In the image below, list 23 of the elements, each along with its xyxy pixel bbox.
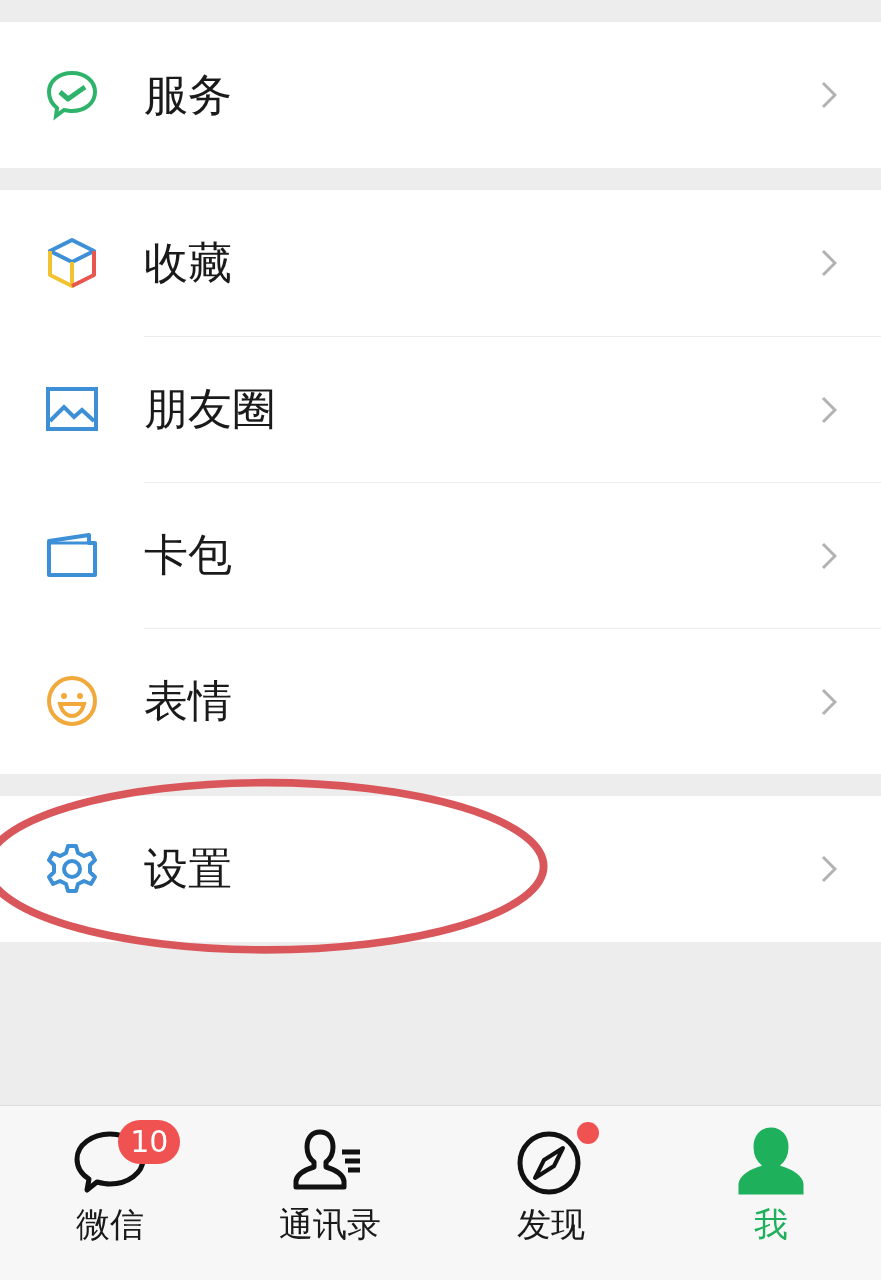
chevron-right-icon (821, 541, 837, 570)
tab[interactable]: 通讯录 (220, 1106, 441, 1280)
menu-item[interactable]: 设置 (0, 796, 881, 942)
menu-item[interactable]: 表情 (0, 628, 881, 774)
menu-item[interactable]: 卡包 (0, 482, 881, 628)
chevron-right-icon (821, 687, 837, 716)
menu-label: 卡包 (144, 528, 232, 582)
menu-label: 服务 (144, 67, 232, 122)
tab[interactable]: 10 微信 (0, 1106, 221, 1280)
menu-item[interactable]: 服务 (0, 22, 881, 168)
menu-label: 设置 (144, 841, 232, 896)
chevron-right-icon (821, 855, 837, 883)
smiley-icon (44, 673, 100, 729)
chevron-right-icon (821, 395, 837, 424)
menu-label: 朋友圈 (144, 382, 276, 436)
chevron-right-icon (821, 249, 837, 277)
chevron-right-icon (821, 81, 837, 109)
menu-item[interactable]: 收藏 (0, 190, 881, 336)
unread-badge: 10 (118, 1120, 181, 1164)
menu-item[interactable]: 朋友圈 (0, 336, 881, 482)
tab[interactable]: 发现 (440, 1106, 661, 1280)
menu-label: 收藏 (144, 235, 232, 290)
menu-label: 表情 (144, 674, 232, 728)
